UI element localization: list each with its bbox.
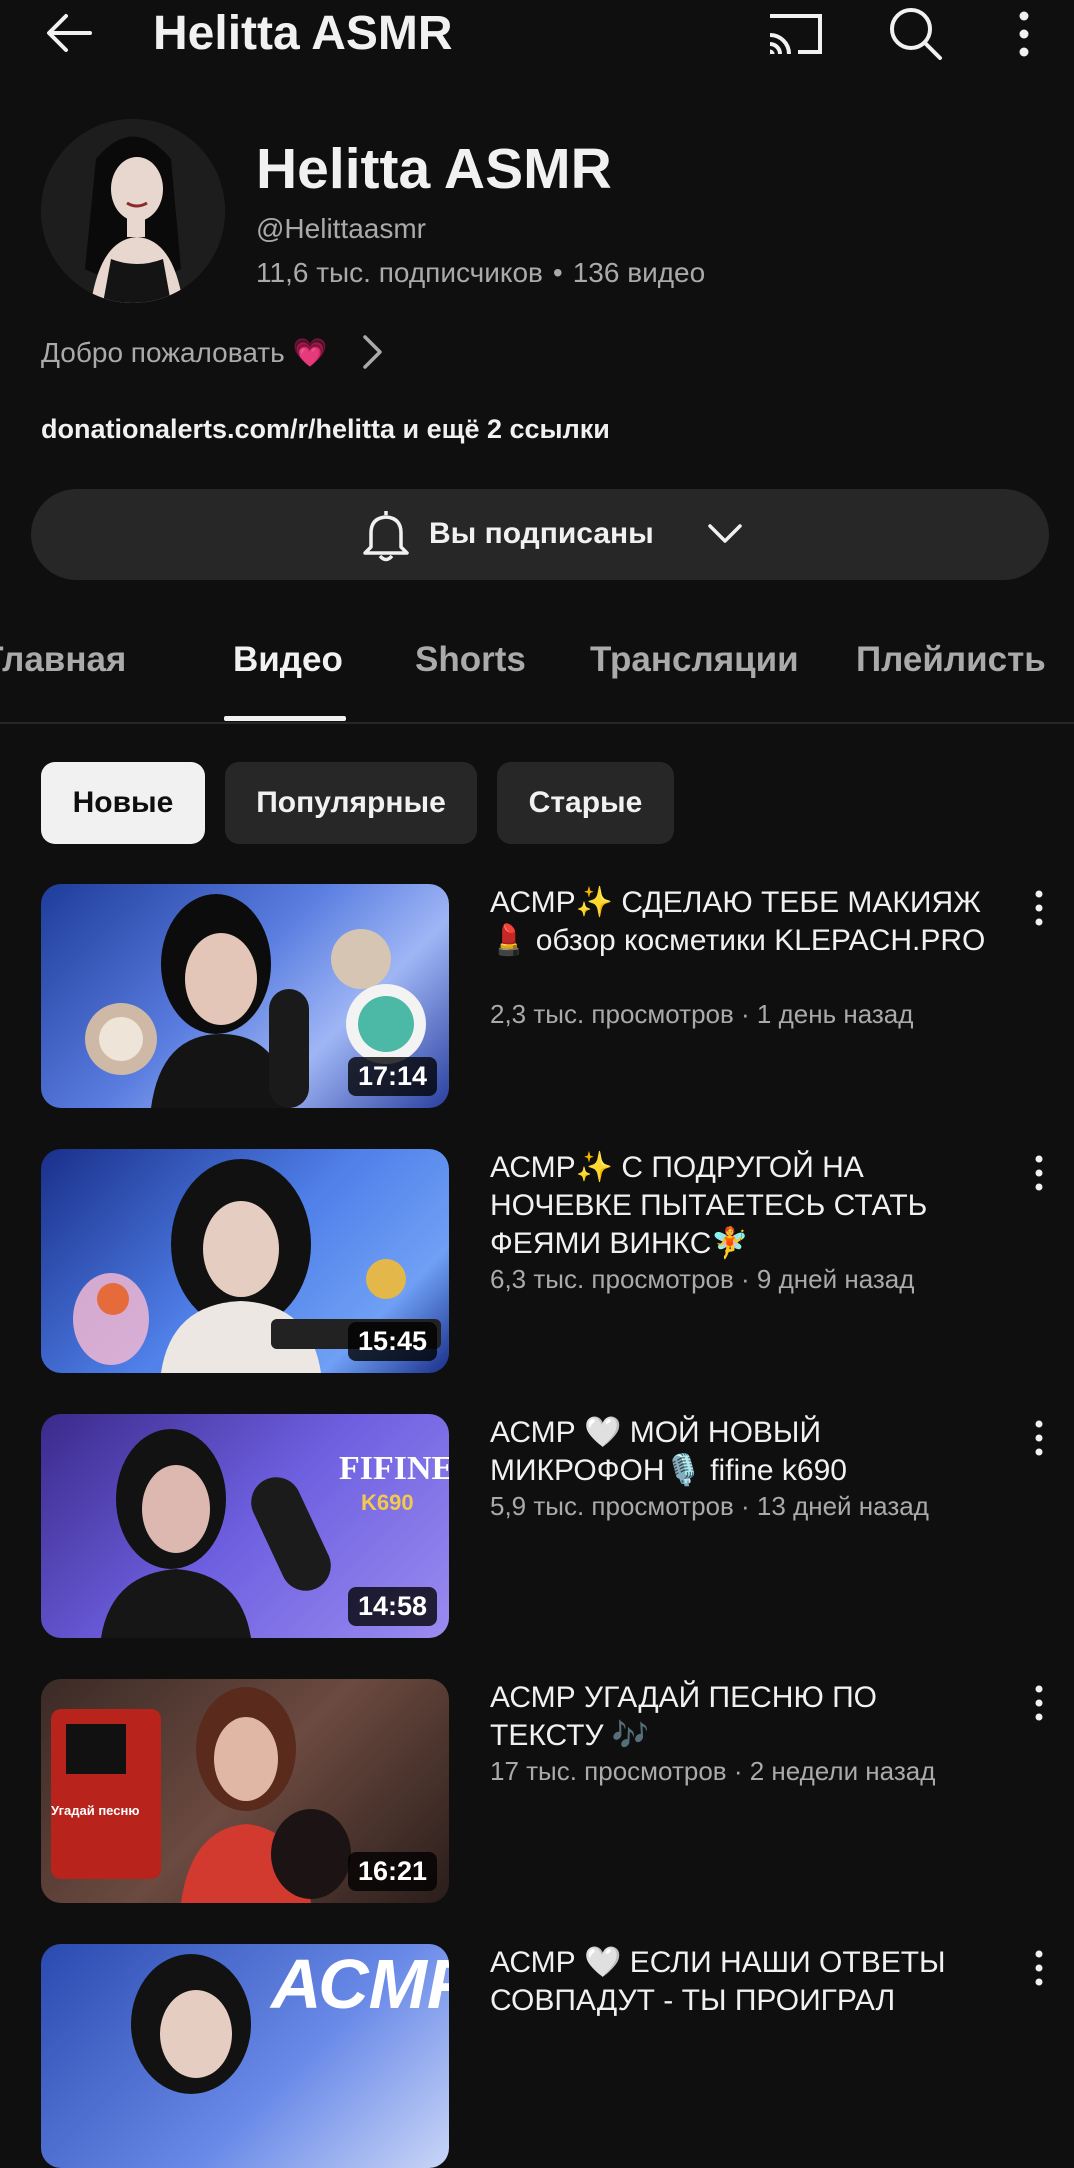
tab-home[interactable]: Главная [0,640,126,680]
channel-handle: @Helittaasmr [256,213,427,244]
video-thumbnail[interactable]: 15:45 [41,1149,449,1373]
cast-icon[interactable] [766,8,824,58]
subscriber-count: 11,6 тыс. подписчиков [256,257,543,288]
active-tab-indicator [224,716,346,721]
thumbnail-model-text: K690 [361,1490,414,1515]
video-meta: 17 тыс. просмотров · 2 недели назад [490,1756,936,1786]
chevron-down-icon [708,524,742,543]
video-count: 136 видео [572,257,706,288]
stats-separator: • [552,257,563,288]
video-more-icon[interactable] [1030,1418,1048,1458]
video-meta: 2,3 тыс. просмотров · 1 день назад [490,999,914,1029]
video-duration: 16:21 [347,1852,437,1891]
tab-live[interactable]: Трансляции [590,640,799,680]
chevron-right-icon[interactable] [360,333,386,371]
video-thumbnail[interactable]: FIFINE K690 14:58 [41,1414,449,1638]
video-more-icon[interactable] [1030,1683,1048,1723]
tab-playlists[interactable]: Плейлисть [856,640,1046,680]
channel-tabs: Главная Видео Shorts Трансляции Плейлист… [0,630,1074,724]
thumbnail-title-text: АСМР [271,1945,449,2023]
thumbnail-brand-text: FIFINE [339,1450,449,1487]
channel-name: Helitta ASMR [256,137,612,201]
avatar-illustration [41,119,225,303]
video-title[interactable]: АСМР✨ С ПОДРУГОЙ НА НОЧЕВКЕ ПЫТАЕТЕСЬ СТ… [490,1149,990,1263]
back-arrow-icon[interactable] [44,8,94,58]
video-meta: 6,3 тыс. просмотров · 9 дней назад [490,1264,915,1294]
channel-description[interactable]: Добро пожаловать 💗 [41,336,327,369]
top-bar: Helitta ASMR [0,0,1074,68]
video-meta: 5,9 тыс. просмотров · 13 дней назад [490,1491,929,1521]
channel-stats: 11,6 тыс. подписчиков • 136 видео [256,257,705,289]
video-duration: 17:14 [347,1057,437,1096]
chip-popular[interactable]: Популярные [225,762,477,844]
video-duration: 14:58 [347,1587,437,1626]
video-thumbnail[interactable]: Угадай песню 16:21 [41,1679,449,1903]
subscribed-button[interactable]: Вы подписаны [31,489,1049,580]
top-bar-title: Helitta ASMR [153,7,453,60]
more-options-icon[interactable] [1006,8,1042,60]
video-thumbnail[interactable]: АСМР [41,1944,449,2168]
bell-icon [363,511,409,562]
video-duration: 15:45 [347,1322,437,1361]
tab-videos[interactable]: Видео [233,640,343,680]
subscribed-label: Вы подписаны [429,517,654,550]
chip-newest[interactable]: Новые [41,762,205,844]
search-icon[interactable] [888,6,944,62]
video-more-icon[interactable] [1030,888,1048,928]
tab-shorts[interactable]: Shorts [415,640,526,680]
video-thumbnail[interactable]: 17:14 [41,884,449,1108]
channel-links[interactable]: donationalerts.com/r/helitta и ещё 2 ссы… [41,414,610,445]
chip-oldest[interactable]: Старые [497,762,674,844]
thumbnail-caption-text: Угадай песню [51,1803,140,1818]
channel-avatar[interactable] [41,119,225,303]
video-title[interactable]: АСМР 🤍 МОЙ НОВЫЙ МИКРОФОН🎙️ fifine k690 [490,1414,990,1490]
video-more-icon[interactable] [1030,1948,1048,1988]
video-title[interactable]: АСМР✨ СДЕЛАЮ ТЕБЕ МАКИЯЖ💄 обзор косметик… [490,884,990,960]
video-title[interactable]: АСМР УГАДАЙ ПЕСНЮ ПО ТЕКСТУ 🎶 [490,1679,990,1755]
video-more-icon[interactable] [1030,1153,1048,1193]
video-title[interactable]: АСМР 🤍 ЕСЛИ НАШИ ОТВЕТЫ СОВПАДУТ - ТЫ ПР… [490,1944,990,2020]
